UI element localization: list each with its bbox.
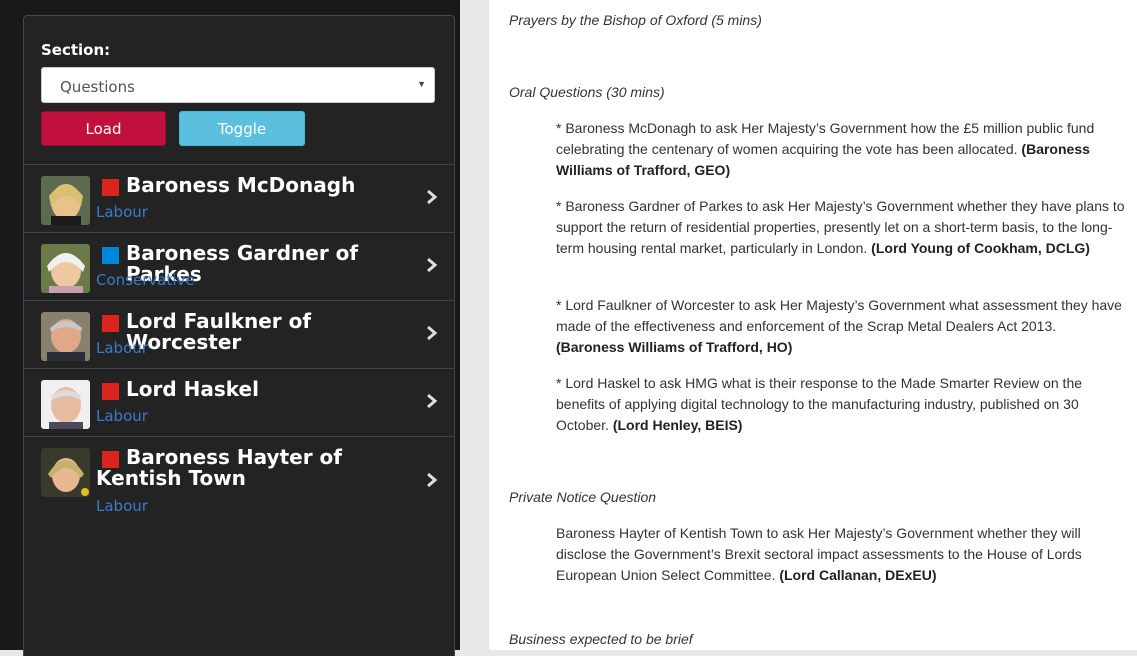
- chevron-right-icon: [427, 393, 438, 409]
- member-party: Labour: [96, 407, 148, 425]
- member-party: Labour: [96, 339, 148, 357]
- avatar: [41, 380, 90, 429]
- party-color-square: [102, 247, 119, 264]
- member-item-haskel[interactable]: Lord Haskel Labour: [24, 368, 454, 436]
- member-party: Conservative: [96, 271, 195, 289]
- oral-questions-heading: Oral Questions (30 mins): [509, 84, 665, 100]
- member-party: Labour: [96, 497, 148, 515]
- member-item-hayter[interactable]: Baroness Hayter of Kentish Town Labour: [24, 436, 454, 526]
- chevron-right-icon: [427, 189, 438, 205]
- order-paper-document: Prayers by the Bishop of Oxford (5 mins)…: [489, 0, 1137, 650]
- pnq-heading: Private Notice Question: [509, 489, 657, 505]
- oral-question: * Baroness Gardner of Parkes to ask Her …: [556, 196, 1126, 259]
- avatar: [41, 244, 90, 293]
- question-answerer: (Lord Callanan, DExEU): [779, 567, 937, 583]
- load-button[interactable]: Load: [41, 111, 166, 146]
- private-notice-question: Baroness Hayter of Kentish Town to ask H…: [556, 523, 1126, 586]
- section-select[interactable]: Questions ▼: [41, 67, 435, 103]
- section-select-value: Questions: [60, 78, 135, 96]
- member-item-faulkner[interactable]: Lord Faulkner of Worcester Labour: [24, 300, 454, 368]
- avatar: [41, 312, 90, 361]
- prayers-heading: Prayers by the Bishop of Oxford (5 mins): [509, 12, 762, 28]
- party-color-square: [102, 179, 119, 196]
- member-list: Baroness McDonagh Labour Baroness Gardne…: [24, 164, 454, 526]
- member-item-mcdonagh[interactable]: Baroness McDonagh Labour: [24, 164, 454, 232]
- business-heading: Business expected to be brief: [509, 631, 693, 647]
- avatar: [41, 176, 90, 225]
- member-party: Labour: [96, 203, 148, 221]
- section-label: Section:: [41, 41, 111, 59]
- member-panel: Section: Questions ▼ Load Toggle Barones…: [23, 15, 455, 656]
- oral-question: * Lord Haskel to ask HMG what is their r…: [556, 373, 1126, 436]
- dropdown-caret-icon: ▼: [417, 79, 426, 89]
- oral-question: * Lord Faulkner of Worcester to ask Her …: [556, 295, 1126, 358]
- member-name: Lord Haskel: [126, 377, 259, 401]
- member-name: Baroness McDonagh: [126, 173, 356, 197]
- party-color-square: [102, 315, 119, 332]
- question-text: * Baroness McDonagh to ask Her Majesty’s…: [556, 120, 1095, 157]
- member-name: Baroness Hayter of Kentish Town: [96, 445, 342, 490]
- question-answerer: (Baroness Williams of Trafford, HO): [556, 339, 793, 355]
- party-color-square: [102, 383, 119, 400]
- chevron-right-icon: [427, 472, 438, 488]
- avatar: [41, 448, 90, 497]
- oral-question: * Baroness McDonagh to ask Her Majesty’s…: [556, 118, 1126, 181]
- chevron-right-icon: [427, 257, 438, 273]
- toggle-button[interactable]: Toggle: [179, 111, 305, 146]
- question-answerer: (Lord Henley, BEIS): [612, 417, 743, 433]
- question-answerer: (Lord Young of Cookham, DCLG): [871, 240, 1090, 256]
- chevron-right-icon: [427, 325, 438, 341]
- member-item-gardner[interactable]: Baroness Gardner of Parkes Conservative: [24, 232, 454, 300]
- member-name: Lord Faulkner of Worcester: [126, 309, 312, 354]
- question-text: * Lord Faulkner of Worcester to ask Her …: [556, 297, 1122, 334]
